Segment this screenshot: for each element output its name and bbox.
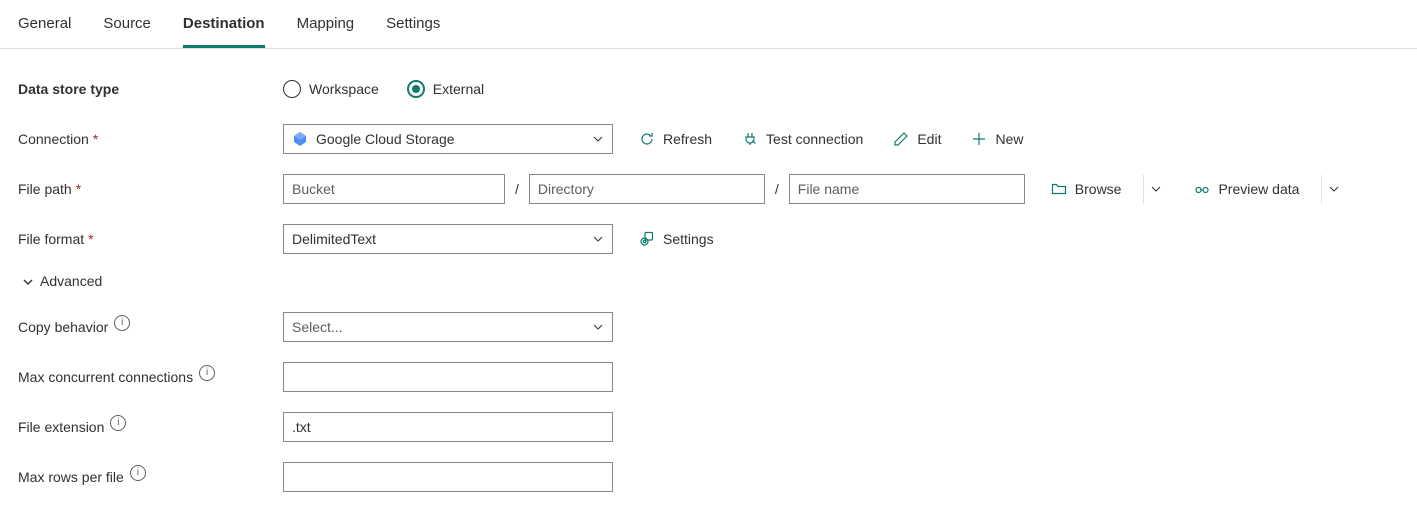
pencil-icon xyxy=(893,131,909,147)
radio-workspace-label: Workspace xyxy=(309,81,379,97)
data-store-type-radio-group: Workspace External xyxy=(283,80,484,98)
radio-external[interactable]: External xyxy=(407,80,484,98)
info-icon[interactable]: i xyxy=(130,465,146,481)
test-connection-button[interactable]: Test connection xyxy=(738,131,867,147)
form-area: Data store type Workspace External Conne… xyxy=(0,49,1417,529)
row-connection: Connection * Google Cloud Storage Refres… xyxy=(18,123,1399,155)
filename-input[interactable] xyxy=(789,174,1025,204)
connection-select[interactable]: Google Cloud Storage xyxy=(283,124,613,154)
required-marker: * xyxy=(88,231,93,247)
advanced-toggle-label: Advanced xyxy=(40,273,102,289)
row-max-concurrent: Max concurrent connections i xyxy=(18,361,1399,393)
preview-data-dropdown-button[interactable] xyxy=(1321,175,1346,203)
refresh-button[interactable]: Refresh xyxy=(635,131,716,147)
plug-icon xyxy=(742,131,758,147)
tab-source[interactable]: Source xyxy=(103,3,151,48)
file-format-settings-label: Settings xyxy=(663,231,714,247)
file-format-select[interactable]: DelimitedText xyxy=(283,224,613,254)
required-marker: * xyxy=(93,131,98,147)
directory-input[interactable] xyxy=(529,174,765,204)
label-max-concurrent: Max concurrent connections i xyxy=(18,369,283,385)
chevron-down-icon xyxy=(22,275,34,287)
tab-general[interactable]: General xyxy=(18,3,71,48)
max-rows-input[interactable] xyxy=(283,462,613,492)
refresh-label: Refresh xyxy=(663,131,712,147)
label-file-path-text: File path xyxy=(18,181,72,197)
label-copy-behavior-text: Copy behavior xyxy=(18,319,108,335)
label-data-store-type: Data store type xyxy=(18,81,283,97)
radio-circle-checked-icon xyxy=(407,80,425,98)
file-format-select-value: DelimitedText xyxy=(292,231,592,247)
chevron-down-icon xyxy=(592,321,604,333)
tab-destination[interactable]: Destination xyxy=(183,3,265,48)
gear-icon xyxy=(639,231,655,247)
bucket-input[interactable] xyxy=(283,174,505,204)
glasses-icon xyxy=(1194,181,1210,197)
label-file-format-text: File format xyxy=(18,231,84,247)
row-copy-behavior: Copy behavior i Select... xyxy=(18,311,1399,343)
tab-mapping[interactable]: Mapping xyxy=(297,3,355,48)
max-concurrent-input[interactable] xyxy=(283,362,613,392)
label-file-extension-text: File extension xyxy=(18,419,104,435)
browse-label: Browse xyxy=(1075,181,1122,197)
radio-external-label: External xyxy=(433,81,484,97)
preview-data-button[interactable]: Preview data xyxy=(1190,181,1303,197)
edit-label: Edit xyxy=(917,131,941,147)
row-file-extension: File extension i xyxy=(18,411,1399,443)
new-label: New xyxy=(995,131,1023,147)
copy-behavior-select[interactable]: Select... xyxy=(283,312,613,342)
folder-icon xyxy=(1051,181,1067,197)
label-max-concurrent-text: Max concurrent connections xyxy=(18,369,193,385)
required-marker: * xyxy=(76,181,81,197)
refresh-icon xyxy=(639,131,655,147)
row-file-path: File path * / / Browse Preview xyxy=(18,173,1399,205)
test-connection-label: Test connection xyxy=(766,131,863,147)
google-cloud-storage-icon xyxy=(292,131,308,147)
label-copy-behavior: Copy behavior i xyxy=(18,319,283,335)
row-file-format: File format * DelimitedText Settings xyxy=(18,223,1399,255)
label-file-format: File format * xyxy=(18,231,283,247)
radio-workspace[interactable]: Workspace xyxy=(283,80,379,98)
info-icon[interactable]: i xyxy=(199,365,215,381)
label-connection: Connection * xyxy=(18,131,283,147)
chevron-down-icon xyxy=(592,233,604,245)
tab-settings[interactable]: Settings xyxy=(386,3,440,48)
row-max-rows: Max rows per file i xyxy=(18,461,1399,493)
path-separator: / xyxy=(773,181,781,197)
label-file-extension: File extension i xyxy=(18,419,283,435)
connection-select-value: Google Cloud Storage xyxy=(316,131,592,147)
label-max-rows-text: Max rows per file xyxy=(18,469,124,485)
browse-dropdown-button[interactable] xyxy=(1143,175,1168,203)
advanced-toggle[interactable]: Advanced xyxy=(18,273,1399,289)
info-icon[interactable]: i xyxy=(114,315,130,331)
radio-circle-icon xyxy=(283,80,301,98)
tabs-container: General Source Destination Mapping Setti… xyxy=(0,0,1417,49)
label-connection-text: Connection xyxy=(18,131,89,147)
file-format-settings-button[interactable]: Settings xyxy=(635,231,718,247)
info-icon[interactable]: i xyxy=(110,415,126,431)
label-max-rows: Max rows per file i xyxy=(18,469,283,485)
browse-button[interactable]: Browse xyxy=(1047,181,1126,197)
new-button[interactable]: New xyxy=(967,131,1027,147)
label-file-path: File path * xyxy=(18,181,283,197)
edit-button[interactable]: Edit xyxy=(889,131,945,147)
path-separator: / xyxy=(513,181,521,197)
chevron-down-icon xyxy=(592,133,604,145)
plus-icon xyxy=(971,131,987,147)
row-data-store-type: Data store type Workspace External xyxy=(18,73,1399,105)
preview-data-label: Preview data xyxy=(1218,181,1299,197)
file-extension-input[interactable] xyxy=(283,412,613,442)
copy-behavior-select-placeholder: Select... xyxy=(292,319,592,335)
